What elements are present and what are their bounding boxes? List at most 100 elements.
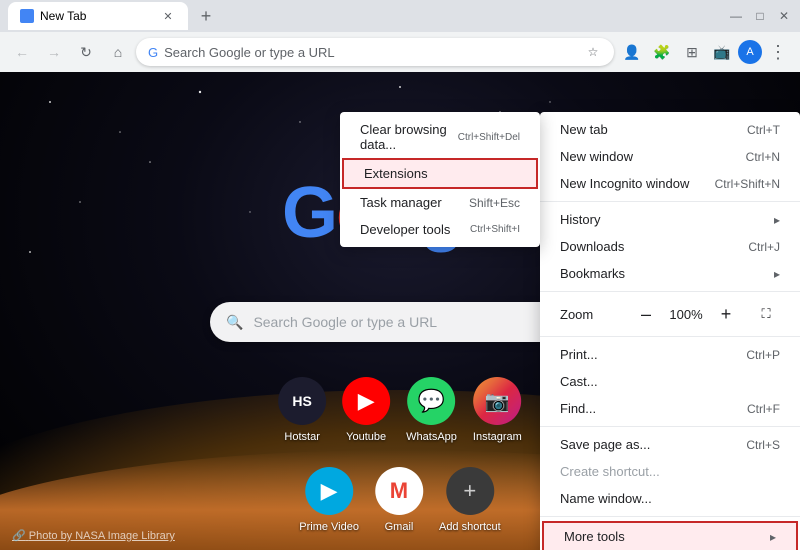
submenu-dev-tools[interactable]: Developer tools Ctrl+Shift+I [340,216,540,243]
new-tab-label: New tab [560,122,747,137]
menu-item-create-shortcut: Create shortcut... [540,458,800,485]
name-window-label: Name window... [560,491,780,506]
search-bar[interactable]: 🔍 Search Google or type a URL [210,302,590,342]
zoom-out-button[interactable]: – [632,300,660,328]
search-icon: 🔍 [226,314,243,331]
account-icon[interactable]: 👤 [618,38,646,66]
more-tools-arrow: ▸ [770,530,776,544]
new-tab-shortcut: Ctrl+T [747,123,780,137]
dropdown-menu: New tab Ctrl+T New window Ctrl+N New Inc… [540,112,800,550]
shortcuts-row-1: HS Hotstar ▶ Youtube 💬 WhatsApp 📷 Instag… [278,377,522,443]
menu-item-save-page[interactable]: Save page as... Ctrl+S [540,431,800,458]
downloads-shortcut: Ctrl+J [748,240,780,254]
home-button[interactable]: ⌂ [104,38,132,66]
history-label: History [560,212,766,227]
add-shortcut-icon: + [446,467,494,515]
zoom-label: Zoom [560,307,624,322]
menu-item-find[interactable]: Find... Ctrl+F [540,395,800,422]
history-arrow: ▸ [774,213,780,227]
divider-2 [540,291,800,292]
menu-item-bookmarks[interactable]: Bookmarks ▸ [540,260,800,287]
print-label: Print... [560,347,746,362]
whatsapp-icon: 💬 [408,377,456,425]
new-tab-button[interactable]: + [192,2,220,30]
menu-item-print[interactable]: Print... Ctrl+P [540,341,800,368]
bookmarks-arrow: ▸ [774,267,780,281]
divider-4 [540,426,800,427]
bookmarks-label: Bookmarks [560,266,766,281]
close-button[interactable]: ✕ [776,8,792,24]
google-g-icon: G [148,45,158,60]
submenu-clear-data[interactable]: Clear browsing data... Ctrl+Shift+Del [340,116,540,158]
create-shortcut-label: Create shortcut... [560,464,780,479]
address-bar-icons: ☆ [584,43,602,61]
browser-content: Google 🔍 Search Google or type a URL HS … [0,72,800,550]
address-bar-text: Search Google or type a URL [164,45,335,60]
extensions-icon[interactable]: 🧩 [648,38,676,66]
shortcut-instagram[interactable]: 📷 Instagram [473,377,522,443]
shortcut-whatsapp[interactable]: 💬 WhatsApp [406,377,457,443]
hotstar-label: Hotstar [284,431,319,443]
zoom-in-button[interactable]: + [712,300,740,328]
divider-3 [540,336,800,337]
extensions-label: Extensions [364,166,516,181]
menu-button[interactable]: ⋮ [764,38,792,66]
shortcut-prime-video[interactable]: ▶ Prime Video [299,467,359,533]
tab-close-button[interactable]: ✕ [160,8,176,24]
forward-button[interactable]: → [40,38,68,66]
menu-item-incognito[interactable]: New Incognito window Ctrl+Shift+N [540,170,800,197]
tab-label: New Tab [40,9,86,23]
hotstar-icon: HS [278,377,326,425]
profile-avatar[interactable]: A [738,40,762,64]
gmail-label: Gmail [385,521,414,533]
submenu-extensions[interactable]: Extensions [342,158,538,189]
more-tools-label: More tools [564,529,762,544]
shortcuts-row-2: ▶ Prime Video M Gmail + Add shortcut [299,467,500,533]
cast-icon[interactable]: 📺 [708,38,736,66]
menu-item-downloads[interactable]: Downloads Ctrl+J [540,233,800,260]
shortcut-gmail[interactable]: M Gmail [375,467,423,533]
bookmark-star-icon[interactable]: ☆ [584,43,602,61]
divider-1 [540,201,800,202]
instagram-label: Instagram [473,431,522,443]
menu-item-name-window[interactable]: Name window... [540,485,800,512]
reload-button[interactable]: ↻ [72,38,100,66]
gmail-icon: M [375,467,423,515]
menu-item-more-tools[interactable]: More tools ▸ [542,521,798,550]
menu-item-history[interactable]: History ▸ [540,206,800,233]
menu-item-new-tab[interactable]: New tab Ctrl+T [540,116,800,143]
maximize-button[interactable]: □ [752,8,768,24]
search-placeholder: Search Google or type a URL [253,314,437,330]
active-tab[interactable]: New Tab ✕ [8,2,188,30]
submenu-task-manager[interactable]: Task manager Shift+Esc [340,189,540,216]
photo-credit[interactable]: 🔗 Photo by NASA Image Library [12,529,175,542]
prime-video-icon: ▶ [305,467,353,515]
minimize-button[interactable]: — [728,8,744,24]
print-shortcut: Ctrl+P [746,348,780,362]
title-bar: New Tab ✕ + — □ ✕ [0,0,800,32]
address-bar-row: ← → ↻ ⌂ G Search Google or type a URL ☆ … [0,32,800,72]
tab-favicon [20,9,34,23]
youtube-label: Youtube [346,431,386,443]
shortcut-add[interactable]: + Add shortcut [439,467,501,533]
shortcut-hotstar[interactable]: HS Hotstar [278,377,326,443]
tab-search-icon[interactable]: ⊞ [678,38,706,66]
clear-data-shortcut: Ctrl+Shift+Del [458,132,520,143]
logo-g: G [282,173,336,253]
zoom-value: 100% [668,307,704,322]
fullscreen-button[interactable]: ⛶ [752,300,780,328]
task-manager-shortcut: Shift+Esc [469,196,520,210]
dev-tools-label: Developer tools [360,222,470,237]
menu-item-new-window[interactable]: New window Ctrl+N [540,143,800,170]
find-shortcut: Ctrl+F [747,402,780,416]
new-window-shortcut: Ctrl+N [746,150,780,164]
menu-item-cast[interactable]: Cast... [540,368,800,395]
address-bar[interactable]: G Search Google or type a URL ☆ [136,38,614,66]
back-button[interactable]: ← [8,38,36,66]
divider-5 [540,516,800,517]
save-page-shortcut: Ctrl+S [746,438,780,452]
whatsapp-label: WhatsApp [406,431,457,443]
shortcut-youtube[interactable]: ▶ Youtube [342,377,390,443]
dev-tools-shortcut: Ctrl+Shift+I [470,224,520,235]
downloads-label: Downloads [560,239,748,254]
